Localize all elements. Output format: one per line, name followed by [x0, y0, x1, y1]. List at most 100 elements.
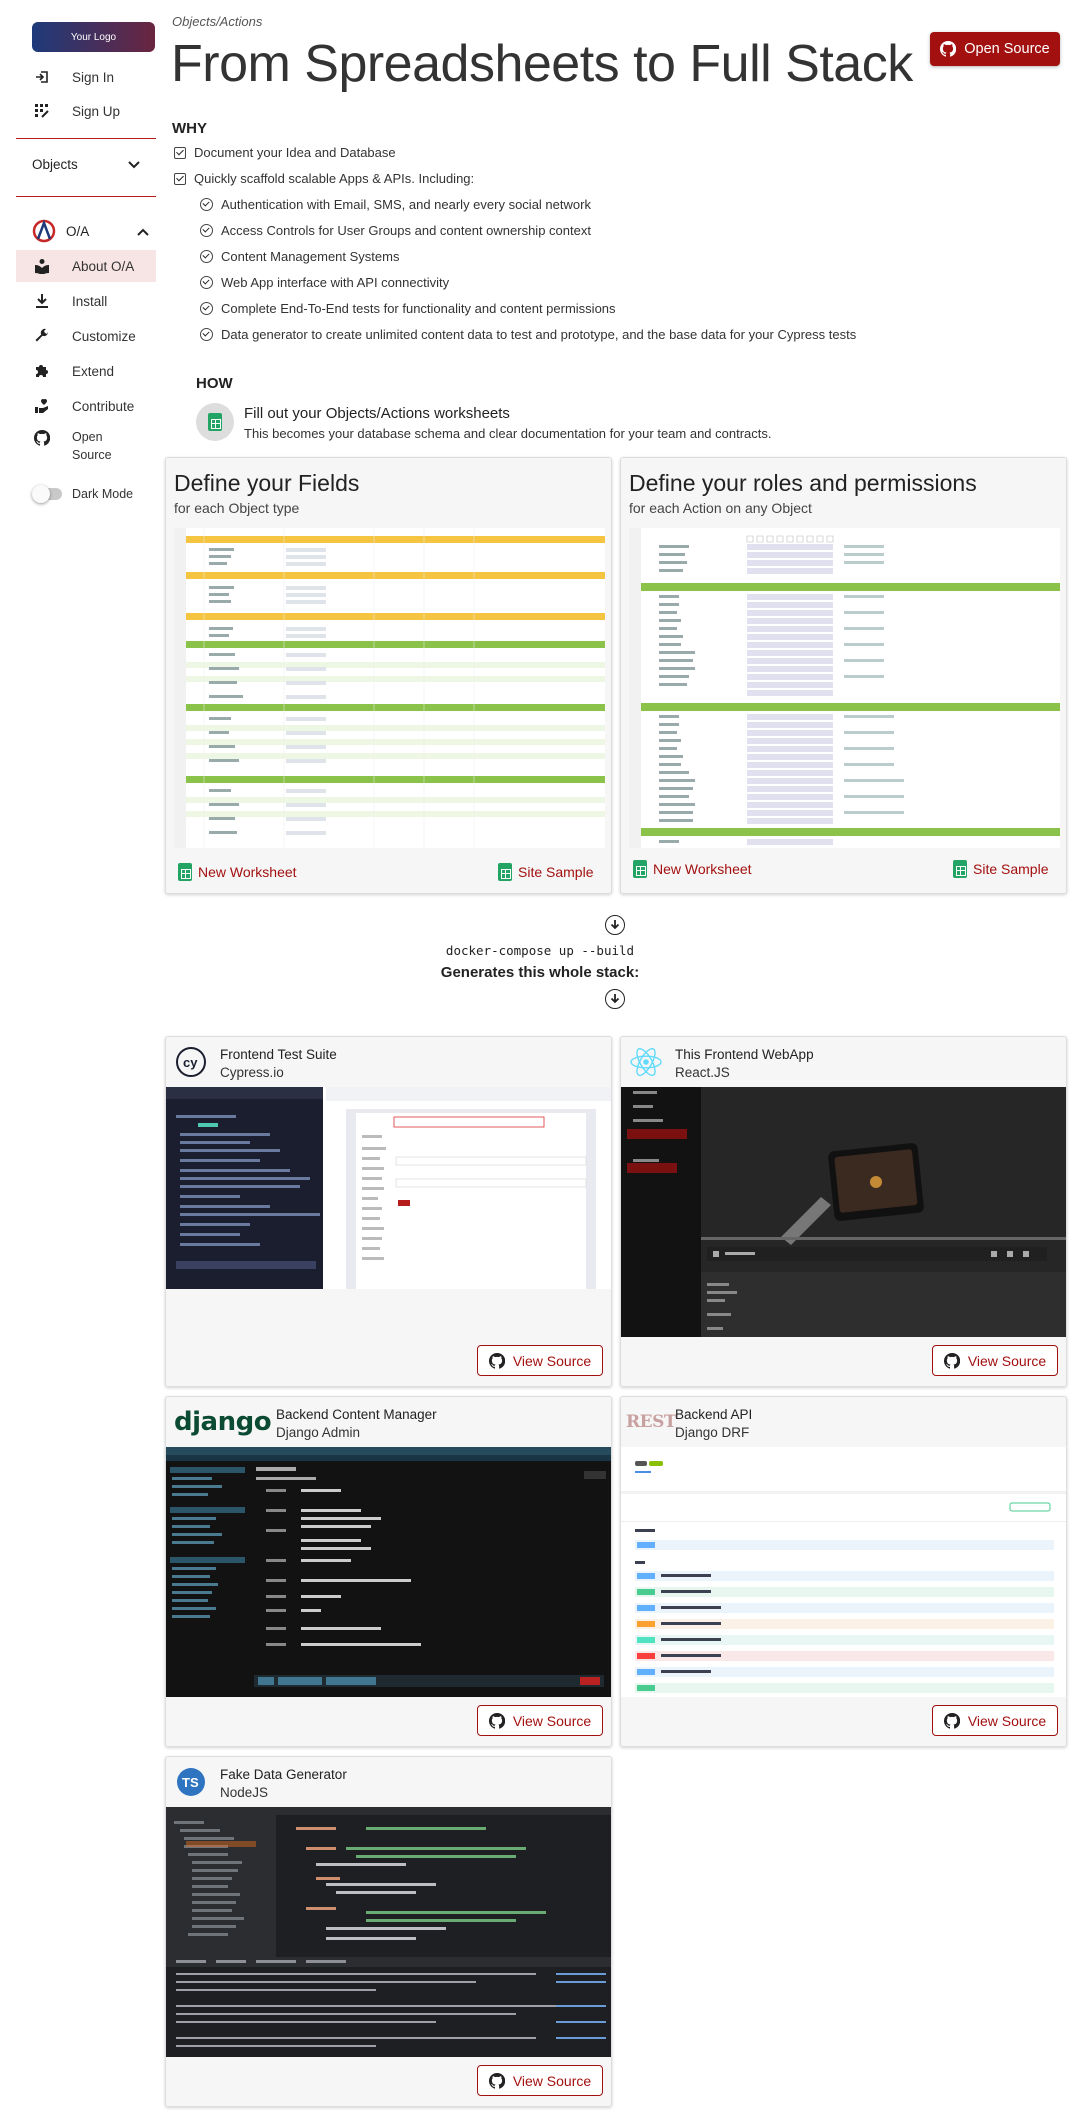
github-icon [940, 41, 957, 57]
sidebar-item-label: Open Source [72, 430, 112, 462]
why-item: Document your Idea and Database [174, 145, 396, 160]
sign-in-link[interactable]: Sign In [0, 66, 163, 88]
view-source-button[interactable]: View Source [477, 2065, 603, 2096]
new-worksheet-label: New Worksheet [653, 861, 752, 877]
objects-menu[interactable]: Objects [16, 150, 156, 178]
how-heading: HOW [196, 375, 233, 392]
divider [16, 196, 156, 197]
stack-tech: React.JS [675, 1065, 730, 1080]
view-source-button[interactable]: View Source [477, 1345, 603, 1376]
sidebar-item-install[interactable]: Install [0, 290, 163, 312]
view-source-button[interactable]: View Source [477, 1705, 603, 1736]
breadcrumb: Objects/Actions [172, 14, 263, 29]
typescript-logo-icon: TS [174, 1765, 208, 1799]
why-heading: WHY [172, 120, 207, 137]
dark-mode-label: Dark Mode [72, 487, 134, 501]
site-sample-link[interactable]: Site Sample [953, 860, 1048, 878]
open-source-button[interactable]: Open Source [930, 32, 1060, 66]
sign-up-link[interactable]: Sign Up [0, 100, 163, 122]
why-sub-item: Content Management Systems [200, 249, 399, 264]
hand-heart-icon [34, 398, 50, 414]
github-icon [488, 1352, 505, 1369]
view-source-button[interactable]: View Source [932, 1345, 1058, 1376]
sidebar: Your Logo Sign In Sign Up Objects O/A Ab… [0, 0, 163, 2117]
sign-in-label: Sign In [72, 69, 115, 85]
why-sub-item-text: Authentication with Email, SMS, and near… [221, 197, 591, 212]
google-sheets-icon [498, 863, 512, 881]
view-source-label: View Source [967, 1352, 1047, 1369]
cypress-screenshot [166, 1087, 611, 1289]
stack-card-react: This Frontend WebApp React.JS View Sourc… [620, 1036, 1067, 1387]
view-source-label: View Source [512, 2072, 592, 2089]
google-sheets-icon [953, 860, 967, 878]
oa-menu[interactable]: O/A [16, 218, 156, 244]
rest-framework-logo-icon: REST [626, 1412, 677, 1432]
svg-text:cy: cy [183, 1055, 198, 1070]
sidebar-item-about[interactable]: About O/A [0, 255, 163, 277]
dark-mode-toggle[interactable]: Dark Mode [32, 485, 134, 503]
view-source-label: View Source [512, 1712, 592, 1729]
spreadsheet-image [174, 528, 605, 848]
check-circle-icon [200, 198, 213, 211]
ide-screenshot [166, 1807, 611, 2057]
logo-button[interactable]: Your Logo [32, 22, 155, 52]
how-title: Fill out your Objects/Actions worksheets [244, 405, 510, 422]
stack-name: Fake Data Generator [220, 1767, 347, 1782]
site-sample-label: Site Sample [518, 864, 594, 880]
toggle-switch[interactable] [32, 485, 62, 503]
view-source-label: View Source [967, 1712, 1047, 1729]
objects-label: Objects [32, 156, 78, 172]
view-source-label: View Source [512, 1352, 592, 1369]
stack-name: Backend API [675, 1407, 753, 1422]
why-sub-item-text: Data generator to create unlimited conte… [221, 327, 857, 342]
view-source-button[interactable]: View Source [932, 1705, 1058, 1736]
arrow-circle-down-icon [605, 989, 625, 1009]
sidebar-item-label: About O/A [72, 258, 135, 274]
check-circle-icon [200, 250, 213, 263]
how-subtitle: This becomes your database schema and cl… [244, 426, 772, 441]
why-sub-item: Complete End-To-End tests for functional… [200, 301, 616, 316]
chevron-down-icon [128, 157, 140, 172]
stack-card-django-drf: REST Backend API Django DRF View Source [620, 1396, 1067, 1747]
why-item: Quickly scaffold scalable Apps & APIs. I… [174, 171, 474, 186]
checkbox-icon [174, 146, 186, 159]
sidebar-item-label: Extend [72, 363, 115, 379]
site-sample-link[interactable]: Site Sample [498, 863, 593, 881]
card-subtitle: for each Object type [174, 500, 300, 516]
sign-up-label: Sign Up [72, 103, 121, 119]
why-sub-item-text: Content Management Systems [221, 249, 400, 264]
sidebar-item-contribute[interactable]: Contribute [0, 395, 163, 417]
sidebar-item-label: Customize [72, 328, 136, 344]
site-sample-label: Site Sample [973, 861, 1049, 877]
stack-card-nodejs: TS Fake Data Generator NodeJS View Sourc… [165, 1756, 612, 2107]
sidebar-item-extend[interactable]: Extend [0, 360, 163, 382]
check-circle-icon [200, 328, 213, 341]
why-sub-item-text: Web App interface with API connectivity [221, 275, 450, 290]
puzzle-icon [34, 363, 50, 379]
permissions-sheet-preview [629, 528, 1060, 848]
google-sheets-icon [196, 403, 234, 441]
svg-text:TS: TS [182, 1775, 199, 1790]
arrow-circle-down-icon [605, 915, 625, 935]
check-circle-icon [200, 276, 213, 289]
django-admin-screenshot [166, 1447, 611, 1697]
sidebar-item-customize[interactable]: Customize [0, 325, 163, 347]
divider [16, 138, 156, 139]
why-item-text: Quickly scaffold scalable Apps & APIs. I… [194, 171, 475, 186]
permissions-worksheet-card: Define your roles and permissions for ea… [620, 457, 1067, 894]
why-item-text: Document your Idea and Database [194, 145, 396, 160]
oa-logo-icon [32, 219, 56, 243]
download-icon [34, 293, 50, 309]
google-sheets-icon [633, 860, 647, 878]
new-worksheet-link[interactable]: New Worksheet [178, 863, 297, 881]
stack-name: This Frontend WebApp [675, 1047, 814, 1062]
why-sub-item-text: Access Controls for User Groups and cont… [221, 223, 591, 238]
github-icon [943, 1352, 960, 1369]
google-sheets-icon [178, 863, 192, 881]
sidebar-item-label: Install [72, 293, 108, 309]
checkbox-icon [174, 172, 186, 185]
why-sub-item: Authentication with Email, SMS, and near… [200, 197, 591, 212]
new-worksheet-link[interactable]: New Worksheet [633, 860, 752, 878]
github-icon [488, 1712, 505, 1729]
sidebar-item-open-source[interactable]: Open Source [0, 428, 163, 464]
